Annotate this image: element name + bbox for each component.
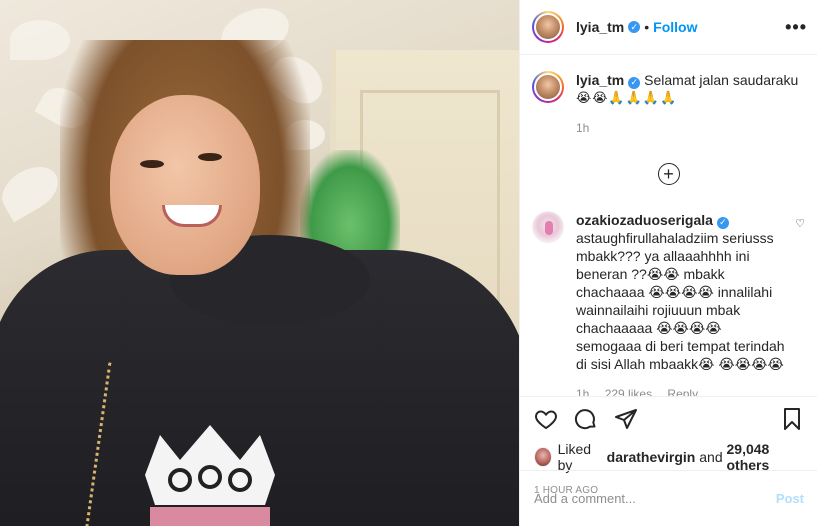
comment-text: astaughfirullahaladziim seriusss mbakk??… [576, 230, 785, 372]
separator-dot: • [644, 19, 650, 35]
verified-icon: ✓ [716, 216, 729, 229]
verified-icon: ✓ [628, 21, 641, 33]
caption-emojis: 😭😭🙏🙏🙏🙏 [576, 90, 678, 105]
comment-input[interactable] [534, 491, 776, 506]
likes-prefix: Liked by [557, 441, 592, 473]
follow-button[interactable]: Follow [653, 19, 697, 35]
caption: lyia_tm ✓ Selamat jalan saudaraku 😭😭🙏🙏🙏🙏 … [532, 71, 805, 137]
face [110, 95, 260, 275]
comment-item: ozakiozaduoserigala ✓ astaughfirullahalad… [532, 211, 805, 396]
liker-avatar[interactable] [534, 447, 552, 467]
decor-leaf [0, 157, 66, 223]
plus-circle-icon[interactable]: + [657, 163, 680, 185]
avatar[interactable] [532, 11, 564, 43]
caption-text: Selamat jalan saudaraku [644, 72, 799, 88]
eye [198, 153, 222, 161]
more-icon[interactable]: ••• [785, 17, 807, 38]
comment-heart-icon[interactable]: ♡ [795, 217, 805, 230]
likes-row: Liked by darathevirgin and 29,048 others [534, 441, 804, 473]
post-sidebar: lyia_tm ✓ • Follow ••• lyia_tm ✓ Selamat … [519, 0, 817, 526]
verified-icon: ✓ [628, 76, 641, 89]
comment-icon[interactable] [574, 407, 598, 431]
reply-button[interactable]: Reply [667, 387, 698, 396]
comment-avatar[interactable] [532, 211, 564, 243]
heart-icon[interactable] [534, 407, 558, 431]
caption-username[interactable]: lyia_tm [576, 72, 624, 88]
comment-username[interactable]: ozakiozaduoserigala [576, 212, 713, 228]
header-username[interactable]: lyia_tm [576, 19, 624, 35]
likes-and: and [699, 449, 723, 465]
add-comment-bar: Post [520, 470, 817, 526]
comment-time[interactable]: 1h [576, 387, 589, 396]
bookmark-icon[interactable] [780, 407, 804, 431]
comment-likes[interactable]: 229 likes [605, 387, 652, 396]
eye [140, 160, 164, 168]
share-icon[interactable] [614, 407, 638, 431]
post-button[interactable]: Post [776, 491, 804, 506]
liker-username[interactable]: darathevirgin [607, 449, 696, 465]
caption-avatar[interactable] [532, 71, 564, 103]
post-image[interactable] [0, 0, 519, 526]
likes-count[interactable]: 29,048 others [727, 441, 805, 473]
post-header: lyia_tm ✓ • Follow ••• [520, 0, 817, 55]
comments-list[interactable]: lyia_tm ✓ Selamat jalan saudaraku 😭😭🙏🙏🙏🙏 … [520, 55, 817, 396]
crown-print [145, 425, 275, 526]
caption-time[interactable]: 1h [576, 121, 589, 135]
